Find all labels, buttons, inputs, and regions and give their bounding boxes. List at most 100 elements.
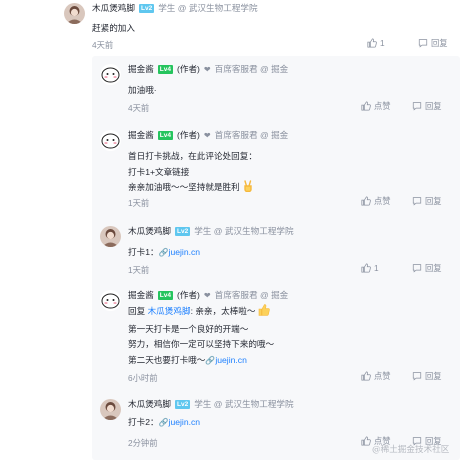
comment-icon [412,372,422,381]
reply-button[interactable]: 回复 [412,370,442,382]
comment-line: 亲亲加油哦～～坚持就是胜利 [128,180,257,198]
thumbs-up-icon [367,38,377,48]
like-count: 1 [374,263,379,273]
like-button[interactable]: 点赞 [361,370,412,382]
heart-icon: ❤ [203,130,211,140]
author-tag: (作者) [177,290,200,300]
avatar[interactable] [100,399,121,420]
comment-header: 木瓜煲鸡脚 Lv2 学生 @ 武汉生物工程学院 [128,398,294,410]
reply-button[interactable]: 回复 [412,100,442,112]
avatar[interactable] [64,3,85,24]
link-icon: 🔗 [205,355,216,365]
level-badge: Lv4 [157,64,173,74]
comment-header: 木瓜煲鸡脚 Lv2 学生 @ 武汉生物工程学院 [92,2,258,14]
username[interactable]: 掘金酱 [128,63,154,75]
comment-actions: 点赞 回复 [361,195,442,207]
user-title: 首席客服君 @ 掘金 [214,290,289,300]
user-title: 首席客服君 @ 掘金 [214,130,289,140]
victory-hand-emoji [242,180,254,198]
thumbs-up-icon [361,371,371,381]
comment-line: 打卡1+文章链接 [128,166,190,177]
article-link[interactable]: juejin.cn [215,355,247,365]
avatar[interactable] [100,290,121,311]
level-badge: Lv2 [138,3,155,13]
article-link[interactable]: juejin.cn [169,417,201,427]
comment-text: 打卡1：🔗juejin.cn [128,247,201,257]
author-tag: (作者) [177,130,200,140]
comment-time: 1天前 [128,198,150,208]
comment-icon [418,39,428,48]
like-count: 1 [380,38,385,48]
user-title: 学生 @ 武汉生物工程学院 [194,226,294,236]
comment-header: 木瓜煲鸡脚 Lv2 学生 @ 武汉生物工程学院 [128,225,294,237]
comment-header: 掘金酱 Lv4 (作者) ❤ 百席客服君 @ 掘金 [128,63,288,75]
avatar[interactable] [100,226,121,247]
thumbs-up-icon [361,101,371,111]
comment-line: 首日打卡挑战，在此评论处回复： [128,151,257,161]
author-tag: (作者) [177,64,200,74]
username[interactable]: 木瓜煲鸡脚 [92,2,135,14]
like-label: 点赞 [374,371,391,381]
article-link[interactable]: juejin.cn [169,247,201,257]
username[interactable]: 木瓜煲鸡脚 [128,398,171,410]
level-badge: Lv2 [174,399,191,409]
comment-text: 打卡2：🔗juejin.cn [128,417,201,427]
thumbs-up-icon [361,196,371,206]
username[interactable]: 掘金酱 [128,289,154,301]
link-icon: 🔗 [158,418,169,427]
like-button[interactable]: 点赞 [361,195,412,207]
comment-actions: 点赞 回复 [361,370,442,382]
watermark: @稀土掘金技术社区 [372,445,450,455]
comment-actions: 1 回复 [361,262,442,274]
comment-line: 第二天也要打卡哦～🔗juejin.cn [128,354,247,365]
comment-time: 4天前 [92,40,114,50]
comment-line: 加油哦· [128,85,157,95]
like-button[interactable]: 1 [361,263,412,273]
avatar[interactable] [100,64,121,85]
comment-text: 回复 木瓜煲鸡脚: 亲亲，太棒啦～ 第一天打卡是一个良好的开端～ 努力，相信你一… [128,304,274,368]
comment-actions: 1 回复 [367,37,448,49]
comment-text: 首日打卡挑战，在此评论处回复： 打卡1+文章链接 亲亲加油哦～～坚持就是胜利 [128,149,257,198]
reply-label: 回复 [425,371,442,381]
like-button[interactable]: 点赞 [361,100,412,112]
comment-header: 掘金酱 Lv4 (作者) ❤ 首席客服君 @ 掘金 [128,129,288,141]
thumbs-up-emoji [258,304,270,322]
heart-icon: ❤ [203,64,211,74]
avatar[interactable] [100,130,121,151]
user-title: 百席客服君 @ 掘金 [214,64,289,74]
reply-label: 回复 [431,38,448,48]
level-badge: Lv4 [157,290,173,300]
comment-line: 第一天打卡是一个良好的开端～ [128,323,249,334]
like-button[interactable]: 1 [367,38,418,48]
username[interactable]: 木瓜煲鸡脚 [128,225,171,237]
reply-button[interactable]: 回复 [412,262,442,274]
comment-header: 掘金酱 Lv4 (作者) ❤ 首席客服君 @ 掘金 [128,289,288,301]
like-label: 点赞 [374,196,391,206]
comment-icon [412,102,422,111]
comment-line: 回复 木瓜煲鸡脚: 亲亲，太棒啦～ [128,304,274,322]
user-title: 学生 @ 武汉生物工程学院 [194,399,294,409]
comment-icon [412,264,422,273]
reply-label: 回复 [425,196,442,206]
reply-button[interactable]: 回复 [418,37,448,49]
heart-icon: ❤ [203,290,211,300]
thumbs-up-icon [361,263,371,273]
comment-line: 努力，相信你一定可以坚持下来的哦～ [128,339,275,349]
comment-text: 加油哦· [128,83,157,99]
comment-text: 赶紧的加入 [92,23,135,33]
comment-icon [412,197,422,206]
like-label: 点赞 [374,101,391,111]
level-badge: Lv2 [174,226,191,236]
user-title: 学生 @ 武汉生物工程学院 [158,3,258,13]
reply-label: 回复 [425,263,442,273]
username[interactable]: 掘金酱 [128,129,154,141]
reply-button[interactable]: 回复 [412,195,442,207]
reply-label: 回复 [425,101,442,111]
comment-time: 1天前 [128,265,150,275]
comment-actions: 点赞 回复 [361,100,442,112]
level-badge: Lv4 [157,130,173,140]
comment-time: 6小时前 [128,373,158,383]
mention-link[interactable]: 木瓜煲鸡脚 [148,306,191,316]
thumbs-up-icon [361,436,371,446]
link-icon: 🔗 [158,248,169,257]
